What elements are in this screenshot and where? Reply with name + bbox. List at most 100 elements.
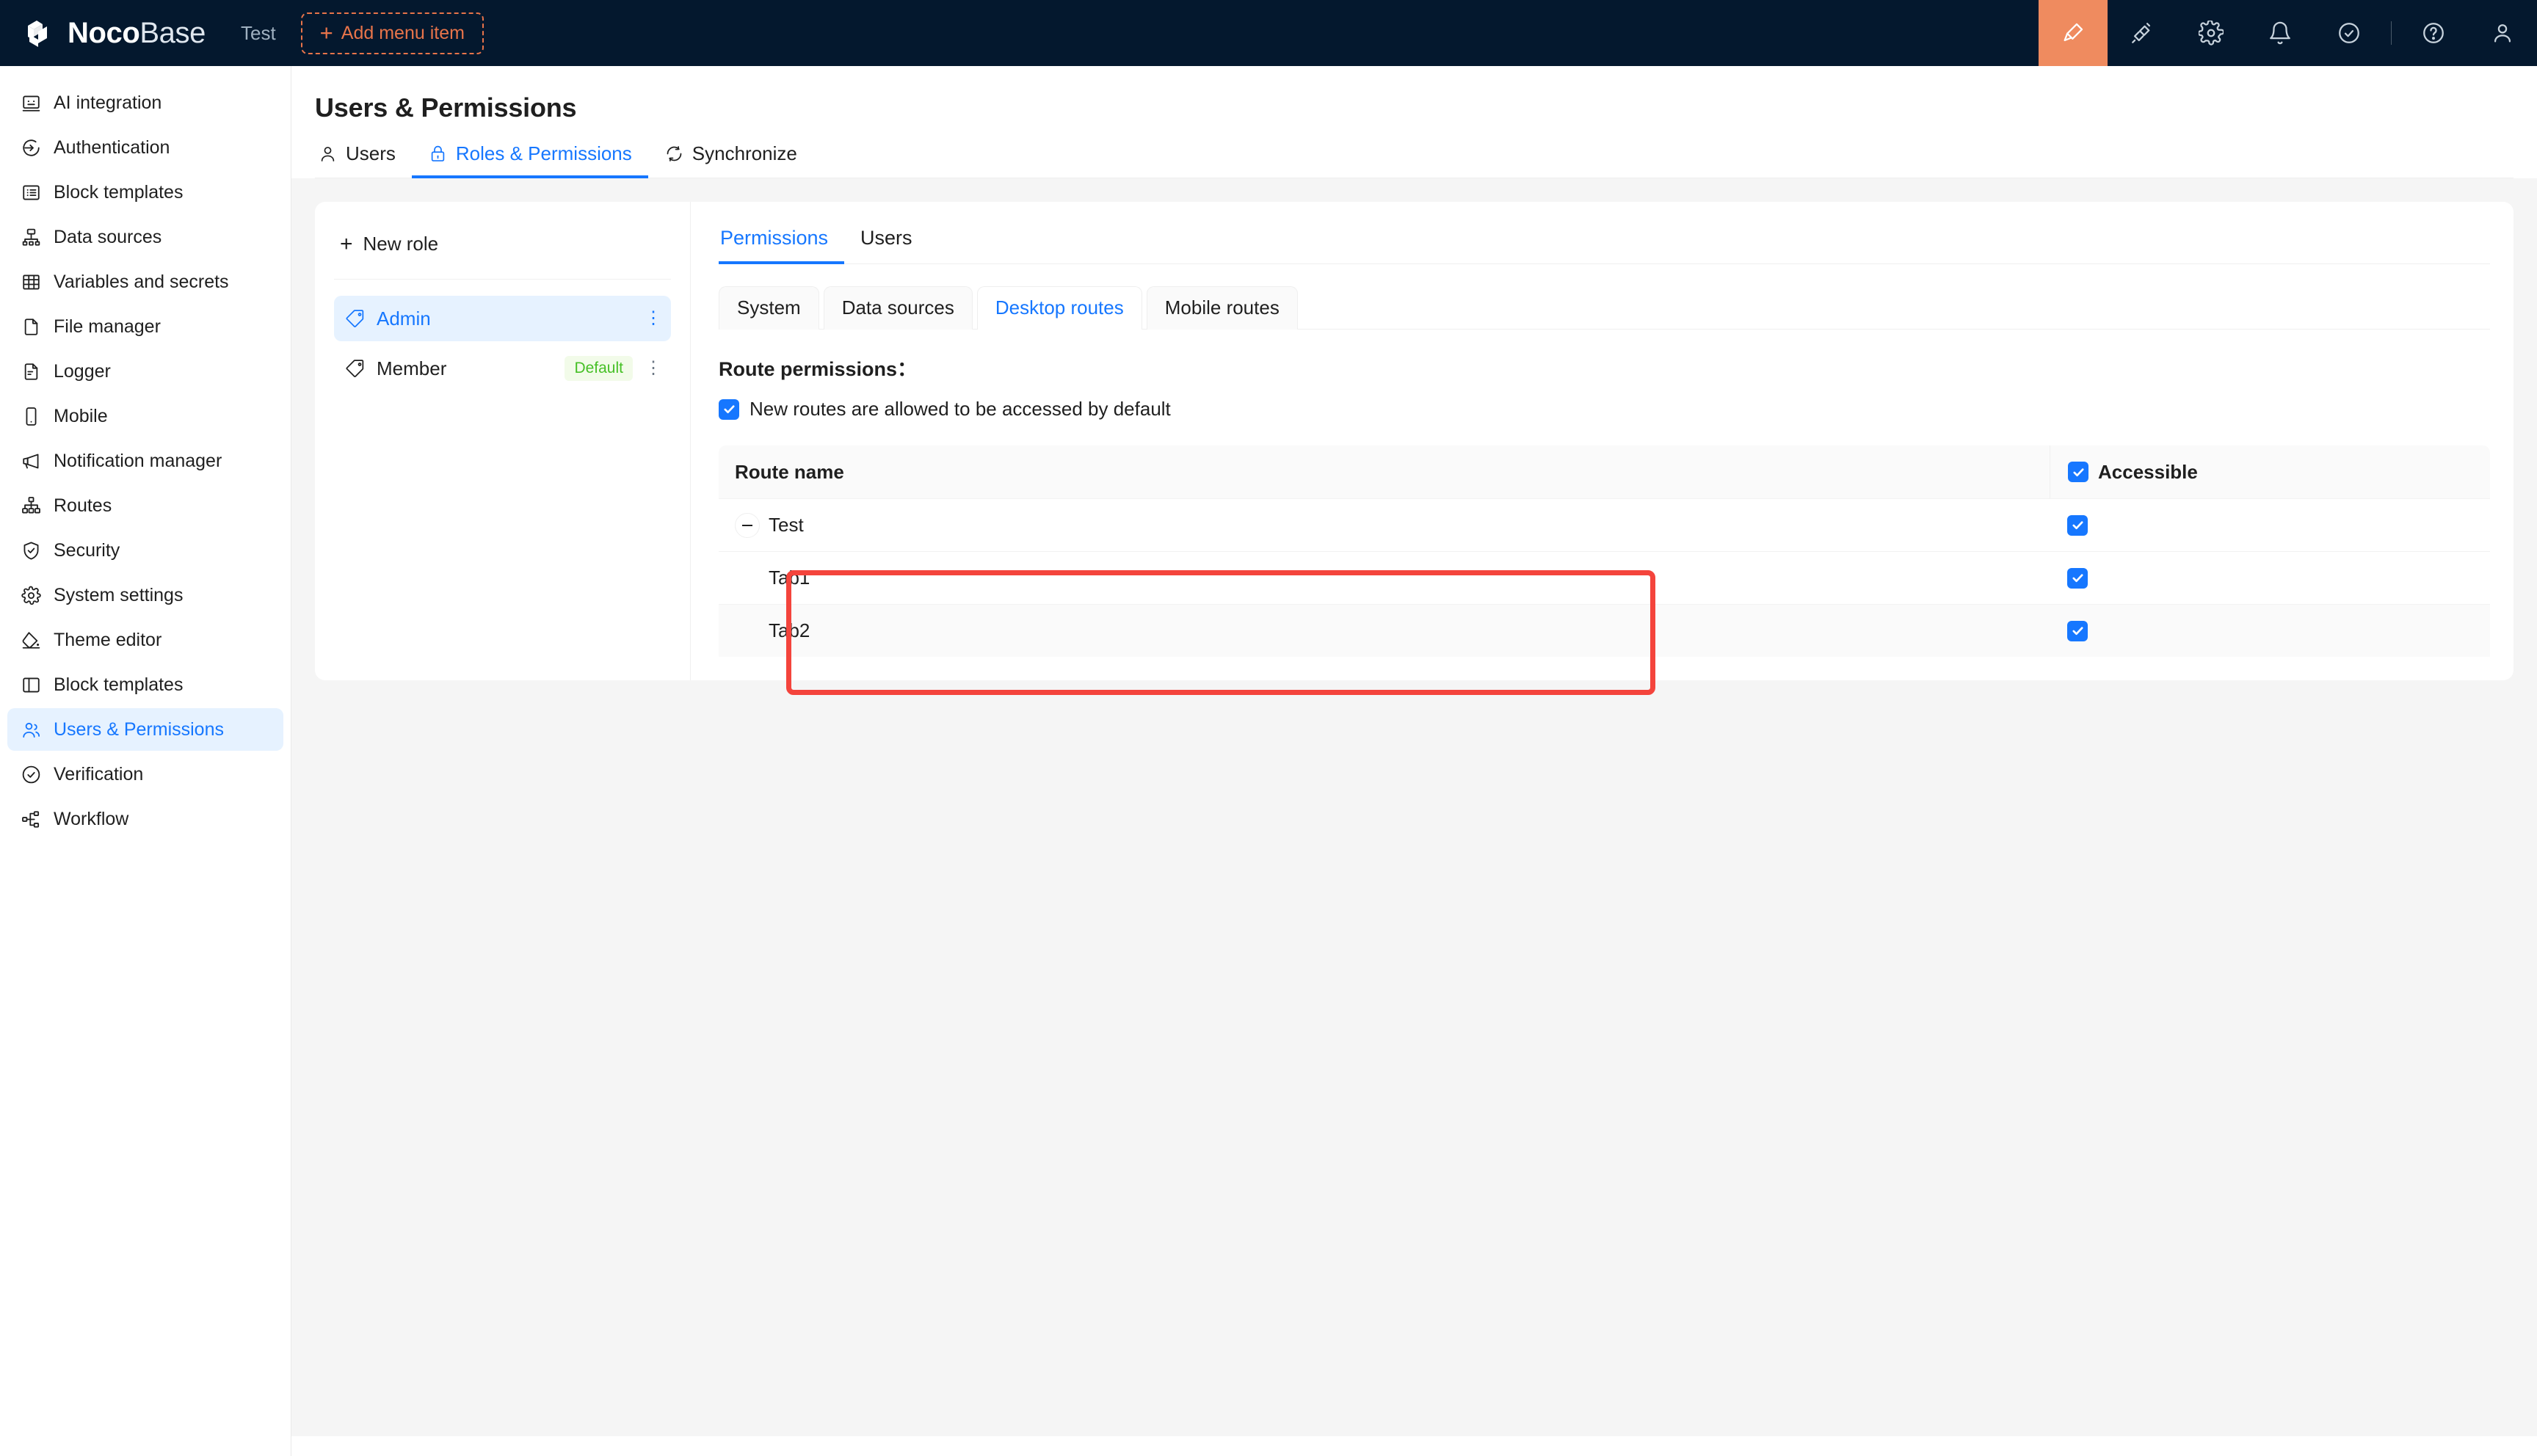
sidebar-item-data-sources[interactable]: Data sources — [7, 216, 283, 258]
default-access-checkbox[interactable] — [719, 398, 739, 420]
help-circle-icon[interactable] — [2399, 0, 2468, 66]
sidebar-item-theme-editor[interactable]: Theme editor — [7, 619, 283, 661]
category-tab-desktop-routes[interactable]: Desktop routes — [976, 286, 1142, 330]
lock-icon — [428, 144, 448, 164]
permissions-column: Permissions Users System Data sources Deskt… — [691, 202, 2514, 680]
plus-icon: + — [319, 20, 333, 46]
table-grid-icon — [21, 272, 42, 293]
tag-icon — [346, 358, 366, 379]
sidebar-item-routes[interactable]: Routes — [7, 484, 283, 527]
accessible-cell — [2050, 499, 2490, 551]
sidebar-item-mobile[interactable]: Mobile — [7, 395, 283, 437]
paint-bucket-icon — [21, 630, 42, 651]
role-more-options-icon[interactable]: ⋮ — [645, 359, 662, 377]
brand-text: NocoBase — [68, 18, 206, 48]
brand-noco: Noco — [68, 17, 140, 49]
roles-divider — [334, 279, 671, 280]
sidebar-item-logger[interactable]: Logger — [7, 350, 283, 393]
category-tab-data-sources[interactable]: Data sources — [823, 286, 973, 330]
sidebar-item-notification-manager[interactable]: Notification manager — [7, 440, 283, 482]
add-menu-item-label: Add menu item — [341, 22, 465, 43]
bell-icon[interactable] — [2246, 0, 2315, 66]
tab-synchronize[interactable]: Synchronize — [648, 142, 813, 178]
role-name: Admin — [377, 307, 431, 330]
highlighter-icon[interactable] — [2039, 0, 2108, 66]
check-circle-icon[interactable] — [2315, 0, 2384, 66]
brand-logo-area[interactable]: NocoBase — [19, 14, 206, 52]
gear-icon[interactable] — [2177, 0, 2246, 66]
accessible-select-all-checkbox[interactable] — [2068, 462, 2088, 482]
sidebar: AI integration Authentication Block templa… — [0, 66, 291, 1456]
check-circle-icon — [21, 764, 42, 785]
page-title: Users & Permissions — [315, 92, 577, 123]
mobile-icon — [21, 406, 42, 427]
sidebar-item-block-templates[interactable]: Block templates — [7, 663, 283, 706]
default-access-label: New routes are allowed to be accessed by… — [750, 398, 1171, 420]
user-avatar-icon[interactable] — [2468, 0, 2537, 66]
sidebar-item-ai-integration[interactable]: AI integration — [7, 81, 283, 124]
accessible-checkbox[interactable] — [2067, 567, 2088, 589]
plugin-icon[interactable] — [2108, 0, 2177, 66]
permissions-tab-users[interactable]: Users — [844, 222, 929, 264]
robot-icon — [21, 92, 42, 114]
table-row[interactable]: Tab2 — [719, 604, 2490, 657]
sidebar-item-label: Routes — [54, 495, 112, 516]
sidebar-item-file-manager[interactable]: File manager — [7, 305, 283, 348]
role-more-options-icon[interactable]: ⋮ — [645, 309, 662, 327]
role-name: Member — [377, 357, 447, 379]
default-access-checkbox-row[interactable]: New routes are allowed to be accessed by… — [719, 398, 2490, 421]
default-role-badge: Default — [565, 356, 633, 381]
column-header-accessible-label: Accessible — [2098, 460, 2198, 483]
sidebar-item-workflow[interactable]: Workflow — [7, 798, 283, 840]
add-menu-item-button[interactable]: + Add menu item — [300, 12, 484, 54]
sidebar-item-label: Users & Permissions — [54, 718, 224, 740]
login-arrow-icon — [21, 137, 42, 159]
content-area: + New role Admin ⋮ Member Default ⋮ Permissi… — [291, 178, 2537, 1436]
sidebar-item-block-templates[interactable]: Block templates — [7, 171, 283, 214]
tab-label: Synchronize — [692, 142, 797, 164]
route-permissions-title: Route permissions： — [719, 358, 918, 380]
sidebar-item-system-settings[interactable]: System settings — [7, 574, 283, 616]
tab-users[interactable]: Users — [315, 142, 412, 178]
sidebar-item-label: Security — [54, 539, 120, 561]
menu-label-test[interactable]: Test — [241, 22, 276, 45]
sidebar-item-label: Authentication — [54, 136, 170, 158]
sidebar-item-variables-and-secrets[interactable]: Variables and secrets — [7, 261, 283, 303]
brand-base: Base — [139, 17, 206, 49]
sidebar-item-label: AI integration — [54, 92, 162, 113]
sidebar-item-label: Data sources — [54, 226, 162, 247]
sidebar-item-users-permissions[interactable]: Users & Permissions — [7, 708, 283, 751]
column-header-route-name: Route name — [735, 460, 844, 483]
accessible-checkbox[interactable] — [2067, 514, 2088, 536]
sidebar-item-label: Logger — [54, 360, 111, 382]
role-item-admin[interactable]: Admin ⋮ — [334, 296, 671, 341]
sidebar-item-authentication[interactable]: Authentication — [7, 126, 283, 169]
tab-roles-permissions[interactable]: Roles & Permissions — [411, 142, 648, 178]
accessible-checkbox[interactable] — [2067, 620, 2088, 641]
collapse-row-icon[interactable] — [735, 512, 760, 538]
sidebar-item-label: File manager — [54, 316, 161, 337]
table-row[interactable]: Tab1 — [719, 551, 2490, 604]
tag-icon — [346, 308, 366, 329]
layout-panel-icon — [21, 674, 42, 696]
route-name-label: Test — [769, 514, 804, 536]
permissions-tab-permissions[interactable]: Permissions — [719, 222, 845, 264]
sidebar-item-verification[interactable]: Verification — [7, 753, 283, 796]
roles-column: + New role Admin ⋮ Member Default ⋮ — [315, 202, 691, 680]
role-item-member[interactable]: Member Default ⋮ — [334, 346, 671, 391]
accessible-cell — [2050, 605, 2490, 657]
new-role-button[interactable]: + New role — [334, 225, 671, 263]
sidebar-item-label: System settings — [54, 584, 184, 605]
tab-label: Users — [346, 142, 396, 164]
permissions-tabs: Permissions Users — [719, 222, 2490, 264]
sidebar-item-label: Theme editor — [54, 629, 162, 650]
sidebar-item-label: Variables and secrets — [54, 271, 229, 292]
new-role-label: New role — [363, 233, 439, 255]
category-tab-system[interactable]: System — [719, 286, 819, 330]
table-row[interactable]: Test — [719, 498, 2490, 551]
sidebar-item-label: Verification — [54, 763, 144, 785]
sitemap-icon — [21, 495, 42, 517]
category-tab-mobile-routes[interactable]: Mobile routes — [1146, 286, 1298, 330]
sidebar-item-security[interactable]: Security — [7, 529, 283, 572]
page-header: Users & Permissions Users Roles & Permiss… — [291, 66, 2537, 178]
